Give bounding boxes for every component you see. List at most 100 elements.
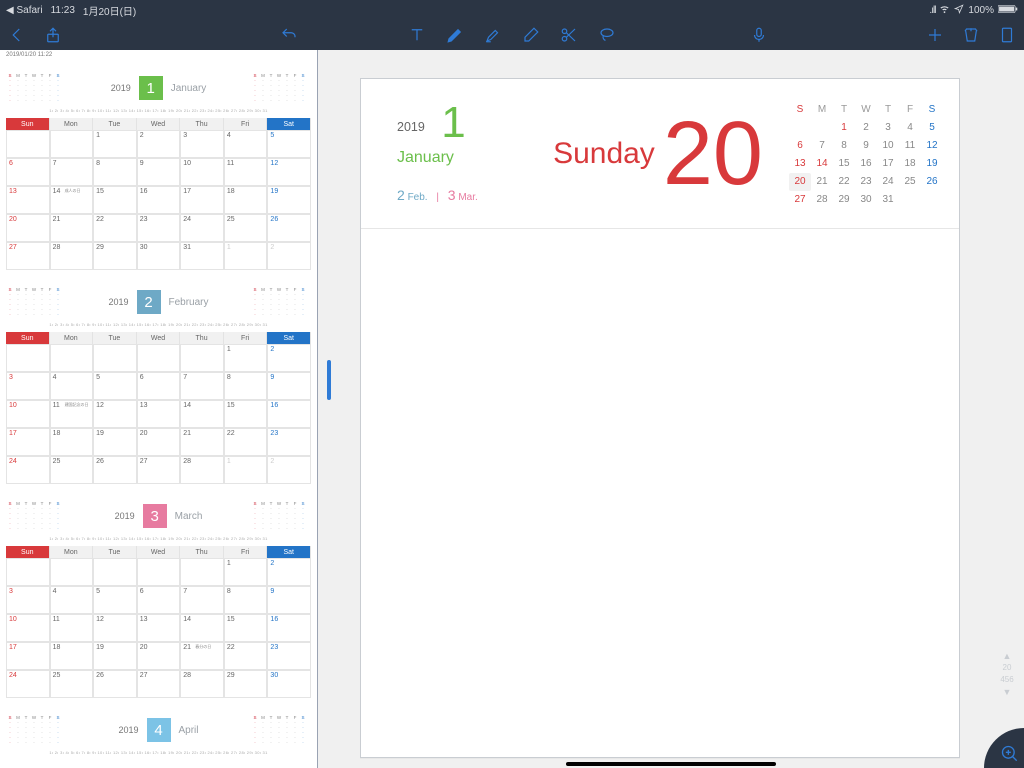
thumb-day-cell[interactable]: 30	[137, 242, 181, 270]
mini-cal-day[interactable]: 19	[921, 155, 943, 173]
thumb-day-cell[interactable]: 24	[6, 670, 50, 698]
thumb-day-cell[interactable]	[6, 130, 50, 158]
page-down-icon[interactable]: ▼	[996, 686, 1018, 698]
thumb-day-cell[interactable]: 25	[50, 456, 94, 484]
thumb-day-cell[interactable]: 16	[137, 186, 181, 214]
thumb-day-cell[interactable]	[180, 344, 224, 372]
thumb-day-cell[interactable]: 5	[93, 372, 137, 400]
thumb-day-cell[interactable]: 11	[224, 158, 268, 186]
thumb-day-cell[interactable]: 2	[267, 242, 311, 270]
mini-cal-day[interactable]: 26	[921, 173, 943, 191]
thumb-day-cell[interactable]: 28	[180, 456, 224, 484]
add-icon[interactable]	[926, 26, 944, 44]
thumb-day-cell[interactable]: 9	[137, 158, 181, 186]
thumb-day-cell[interactable]: 7	[180, 372, 224, 400]
mini-cal-day[interactable]: 11	[899, 137, 921, 155]
thumb-day-cell[interactable]: 10	[6, 614, 50, 642]
thumb-day-cell[interactable]: 22	[224, 428, 268, 456]
thumb-day-cell[interactable]: 27	[137, 456, 181, 484]
thumb-day-cell[interactable]: 14	[180, 400, 224, 428]
mini-cal-day[interactable]	[811, 119, 833, 137]
mini-cal-day[interactable]: 9	[855, 137, 877, 155]
thumb-day-cell[interactable]: 4	[50, 372, 94, 400]
mini-cal-day[interactable]	[899, 191, 921, 209]
thumb-day-cell[interactable]: 4	[50, 586, 94, 614]
back-to-app[interactable]: ◀ Safari	[6, 5, 43, 16]
thumb-day-cell[interactable]: 23	[137, 214, 181, 242]
mini-cal-day[interactable]	[789, 119, 811, 137]
thumb-day-cell[interactable]: 27	[137, 670, 181, 698]
lasso-tool-icon[interactable]	[598, 26, 616, 44]
thumb-day-cell[interactable]: 22	[93, 214, 137, 242]
thumb-day-cell[interactable]	[137, 558, 181, 586]
thumb-day-cell[interactable]: 16	[267, 614, 311, 642]
thumb-day-cell[interactable]: 26	[93, 670, 137, 698]
mini-cal-day[interactable]: 29	[833, 191, 855, 209]
settings-icon[interactable]	[962, 26, 980, 44]
thumb-day-cell[interactable]: 3	[6, 586, 50, 614]
mini-cal-day[interactable]: 10	[877, 137, 899, 155]
thumb-day-cell[interactable]: 21春分の日	[180, 642, 224, 670]
thumb-day-cell[interactable]: 12	[93, 400, 137, 428]
mini-cal-day[interactable]: 22	[833, 173, 855, 191]
thumb-day-cell[interactable]: 5	[267, 130, 311, 158]
thumb-day-cell[interactable]: 8	[93, 158, 137, 186]
thumb-day-cell[interactable]: 2	[137, 130, 181, 158]
month-thumbnail[interactable]: SMTWTFS·································…	[0, 62, 317, 270]
thumb-day-cell[interactable]: 24	[6, 456, 50, 484]
split-divider-handle[interactable]	[327, 360, 331, 400]
next-month-links[interactable]: 2 Feb. | 3 Mar.	[397, 187, 527, 203]
mini-cal-day[interactable]: 12	[921, 137, 943, 155]
thumb-day-cell[interactable]: 2	[267, 344, 311, 372]
mini-cal-day[interactable]: 23	[855, 173, 877, 191]
mini-cal-day[interactable]: 25	[899, 173, 921, 191]
thumb-day-cell[interactable]: 13	[137, 614, 181, 642]
thumb-day-cell[interactable]: 27	[6, 242, 50, 270]
thumb-day-cell[interactable]: 17	[6, 642, 50, 670]
back-icon[interactable]	[8, 26, 26, 44]
thumb-day-cell[interactable]: 1	[224, 558, 268, 586]
mini-cal-day[interactable]: 13	[789, 155, 811, 173]
thumb-day-cell[interactable]: 13	[137, 400, 181, 428]
mini-cal-day[interactable]: 3	[877, 119, 899, 137]
thumb-day-cell[interactable]	[137, 344, 181, 372]
thumb-day-cell[interactable]: 6	[137, 372, 181, 400]
eraser-tool-icon[interactable]	[522, 26, 540, 44]
mini-cal-day[interactable]: 2	[855, 119, 877, 137]
thumb-day-cell[interactable]: 15	[93, 186, 137, 214]
thumb-day-cell[interactable]: 15	[224, 400, 268, 428]
mini-cal-day[interactable]: 18	[899, 155, 921, 173]
thumb-day-cell[interactable]: 1	[93, 130, 137, 158]
thumb-day-cell[interactable]	[50, 130, 94, 158]
thumb-day-cell[interactable]: 19	[93, 642, 137, 670]
thumb-day-cell[interactable]: 20	[137, 428, 181, 456]
mini-cal-day[interactable]: 20	[789, 173, 811, 191]
thumb-day-cell[interactable]: 21	[50, 214, 94, 242]
thumb-day-cell[interactable]: 2	[267, 456, 311, 484]
page-mode-icon[interactable]	[998, 26, 1016, 44]
thumb-day-cell[interactable]: 19	[267, 186, 311, 214]
thumb-day-cell[interactable]: 1	[224, 344, 268, 372]
mini-cal-day[interactable]: 24	[877, 173, 899, 191]
thumb-day-cell[interactable]: 18	[50, 642, 94, 670]
planner-page[interactable]: 2019 1 January 2 Feb. | 3 Mar. Sunday 20…	[360, 78, 960, 758]
thumbnail-panel[interactable]: 2019/01/20 11:22 SMTWTFS················…	[0, 50, 318, 768]
mini-cal-day[interactable]: 17	[877, 155, 899, 173]
mini-cal-day[interactable]: 21	[811, 173, 833, 191]
share-icon[interactable]	[44, 26, 62, 44]
home-indicator[interactable]	[566, 762, 776, 766]
mini-cal-day[interactable]: 8	[833, 137, 855, 155]
thumb-day-cell[interactable]: 15	[224, 614, 268, 642]
thumb-day-cell[interactable]	[6, 558, 50, 586]
month-thumbnail[interactable]: SMTWTFS·································…	[0, 490, 317, 698]
thumb-day-cell[interactable]: 3	[180, 130, 224, 158]
thumb-day-cell[interactable]: 5	[93, 586, 137, 614]
thumb-day-cell[interactable]: 7	[180, 586, 224, 614]
thumb-day-cell[interactable]: 14成人の日	[50, 186, 94, 214]
thumb-day-cell[interactable]	[50, 344, 94, 372]
thumb-day-cell[interactable]: 23	[267, 642, 311, 670]
mini-cal-day[interactable]: 7	[811, 137, 833, 155]
thumb-day-cell[interactable]: 20	[6, 214, 50, 242]
mini-month-calendar[interactable]: SMTWTFS123456789101112131415161718192021…	[789, 101, 949, 209]
thumb-day-cell[interactable]: 6	[6, 158, 50, 186]
